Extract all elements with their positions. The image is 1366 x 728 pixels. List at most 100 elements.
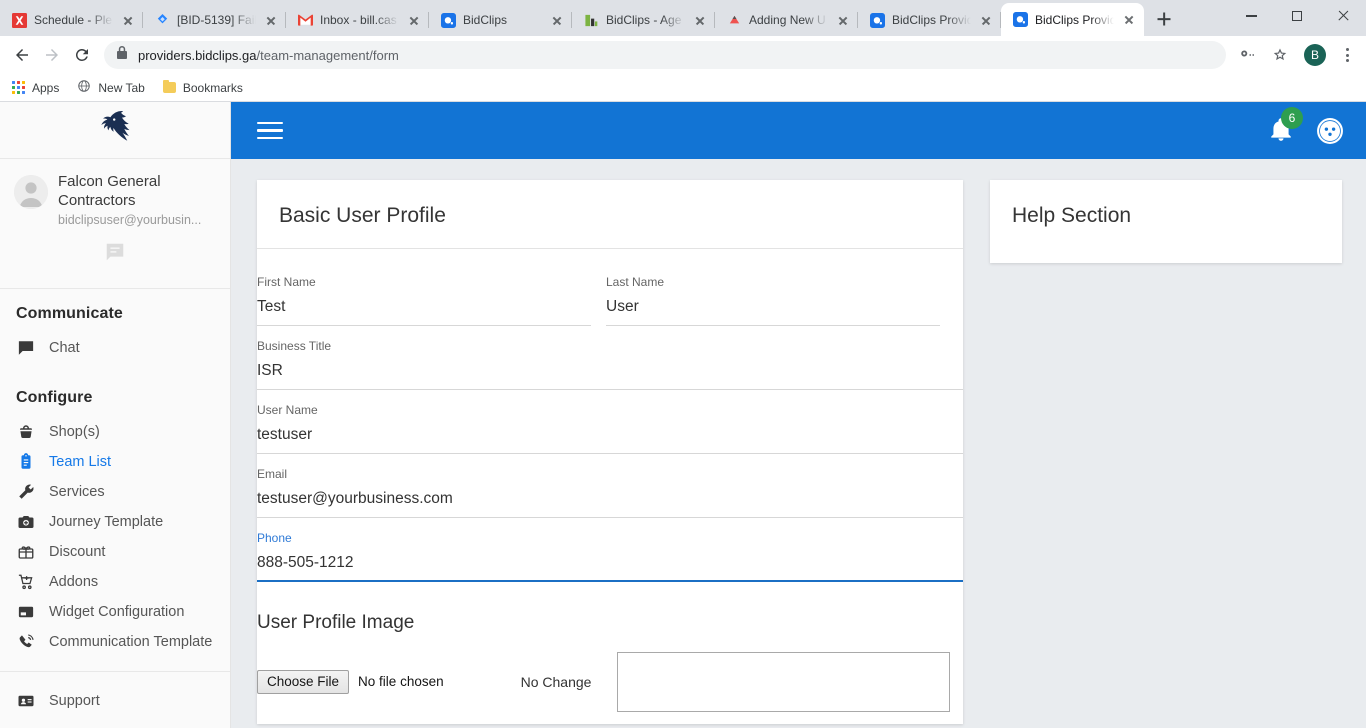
sidebar-item-label: Communication Template: [49, 633, 213, 650]
bookmark-apps[interactable]: Apps: [12, 81, 59, 95]
sidebar-item-chat[interactable]: Chat: [0, 333, 230, 363]
sidebar-item-discount[interactable]: Discount: [0, 537, 230, 567]
url-domain: providers.bidclips.ga: [138, 47, 257, 63]
profile-image-upload-row: Choose File No file chosen No Change: [257, 651, 963, 724]
close-icon[interactable]: [978, 12, 994, 28]
form-row: User Name testuser: [257, 390, 963, 454]
phone-input[interactable]: 888-505-1212: [257, 545, 963, 582]
profile-image-preview: [617, 651, 951, 712]
bell-icon: [1268, 117, 1294, 148]
account-face-icon: [1316, 117, 1344, 149]
lock-icon: [116, 45, 128, 65]
chrome-menu-button[interactable]: [1336, 48, 1358, 62]
phone-ring-icon: [16, 633, 35, 651]
bidclips-icon: [440, 12, 456, 28]
chrome-profile-avatar[interactable]: B: [1304, 44, 1326, 66]
profile-texts: Falcon General Contractors bidclipsuser@…: [58, 173, 216, 227]
sidebar-item-shops[interactable]: Shop(s): [0, 417, 230, 447]
folder-icon: [162, 80, 176, 93]
new-tab-button[interactable]: [1150, 5, 1178, 33]
sidebar-item-addons[interactable]: Addons: [0, 567, 230, 597]
sidebar-group-configure: Configure Shop(s) Team List Services Jou…: [0, 373, 230, 672]
sidebar-item-label: Addons: [49, 573, 99, 590]
sidebar-item-journey-template[interactable]: Journey Template: [0, 507, 230, 537]
bookmark-label: Apps: [32, 80, 60, 95]
sidebar-logo[interactable]: [0, 102, 230, 159]
password-key-icon[interactable]: [1234, 41, 1262, 69]
user-profile-form: First Name Test Last Name User Business …: [257, 249, 963, 724]
browser-tab-active[interactable]: BidClips Provid: [1001, 3, 1144, 36]
field-label: First Name: [257, 275, 316, 289]
tab-title: [BID-5139] Fail: [177, 13, 256, 27]
sidebar-item-widget-configuration[interactable]: Widget Configuration: [0, 597, 230, 627]
minimize-button[interactable]: [1228, 0, 1274, 32]
sidebar-item-support[interactable]: Support: [0, 686, 230, 716]
jira-icon: [154, 12, 170, 28]
browser-tab[interactable]: [BID-5139] Fail: [143, 4, 286, 36]
sidebar-item-label: Support: [49, 692, 100, 709]
bookmark-label: Bookmarks: [182, 80, 243, 95]
sidebar-item-label: Discount: [49, 543, 106, 560]
close-icon[interactable]: [1121, 12, 1137, 28]
sidebar-profile: Falcon General Contractors bidclipsuser@…: [0, 159, 230, 289]
group-title: Configure: [16, 388, 93, 406]
group-title: Communicate: [16, 304, 123, 322]
close-icon[interactable]: [120, 12, 136, 28]
tab-title: BidClips - Age: [606, 13, 682, 27]
green-doc-icon: [583, 12, 599, 28]
business-title-input[interactable]: ISR: [257, 353, 963, 390]
gmail-icon: [297, 12, 313, 28]
back-button[interactable]: [8, 41, 36, 69]
email-input[interactable]: testuser@yourbusiness.com: [257, 481, 963, 518]
globe-icon: [77, 79, 91, 96]
close-window-button[interactable]: [1320, 0, 1366, 32]
field-last-name: Last Name User: [606, 262, 940, 326]
tab-title: Schedule - Ple: [34, 13, 113, 27]
page-title: Basic User Profile: [279, 204, 446, 227]
profile-row[interactable]: Falcon General Contractors bidclipsuser@…: [0, 173, 230, 227]
tab-title: Inbox - bill.cas: [320, 13, 397, 27]
sidebar-item-label: Chat: [49, 339, 80, 356]
bookmark-star-icon[interactable]: [1266, 41, 1294, 69]
browser-tab[interactable]: Schedule - Ple: [0, 4, 143, 36]
app-topbar: 6: [231, 102, 1366, 159]
tab-title: BidClips Provid: [1035, 12, 1114, 27]
sidebar: Falcon General Contractors bidclipsuser@…: [0, 102, 231, 728]
form-row: Email testuser@yourbusiness.com: [257, 454, 963, 518]
sidebar-item-communication-template[interactable]: Communication Template: [0, 627, 230, 657]
browser-tab[interactable]: BidClips - Age: [572, 4, 715, 36]
close-icon[interactable]: [835, 12, 851, 28]
user-name-input[interactable]: testuser: [257, 417, 963, 454]
browser-tab[interactable]: Adding New U: [715, 4, 858, 36]
account-button[interactable]: [1316, 117, 1344, 145]
choose-file-button[interactable]: Choose File: [257, 669, 350, 695]
last-name-input[interactable]: User: [606, 289, 940, 326]
clipboard-icon: [16, 452, 35, 471]
bookmark-bookmarks-folder[interactable]: Bookmarks: [162, 80, 243, 95]
close-icon[interactable]: [406, 12, 422, 28]
url-text: providers.bidclips.ga/team-management/fo…: [138, 48, 399, 63]
forward-button[interactable]: [38, 41, 66, 69]
browser-tab[interactable]: BidClips: [429, 4, 572, 36]
close-icon[interactable]: [549, 12, 565, 28]
camera-icon: [16, 513, 35, 531]
close-icon[interactable]: [692, 12, 708, 28]
first-name-input[interactable]: Test: [257, 289, 591, 326]
profile-chat-action[interactable]: [0, 227, 230, 284]
reload-button[interactable]: [68, 41, 96, 69]
hamburger-menu-icon[interactable]: [257, 121, 283, 140]
apps-grid-icon: [12, 81, 25, 94]
form-row: Business Title ISR: [257, 326, 963, 390]
browser-tab[interactable]: BidClips Provid: [858, 4, 1001, 36]
bookmark-new-tab[interactable]: New Tab: [77, 79, 145, 96]
close-icon[interactable]: [263, 12, 279, 28]
browser-tab[interactable]: Inbox - bill.cas: [286, 4, 429, 36]
sidebar-item-team-list[interactable]: Team List: [0, 447, 230, 477]
notifications-button[interactable]: 6: [1268, 106, 1303, 148]
maximize-button[interactable]: [1274, 0, 1320, 32]
notification-badge: 6: [1281, 106, 1303, 129]
address-bar[interactable]: providers.bidclips.ga/team-management/fo…: [104, 41, 1226, 69]
triangle-red-icon: [726, 12, 742, 28]
sidebar-item-services[interactable]: Services: [0, 477, 230, 507]
bookmark-label: New Tab: [98, 80, 145, 95]
